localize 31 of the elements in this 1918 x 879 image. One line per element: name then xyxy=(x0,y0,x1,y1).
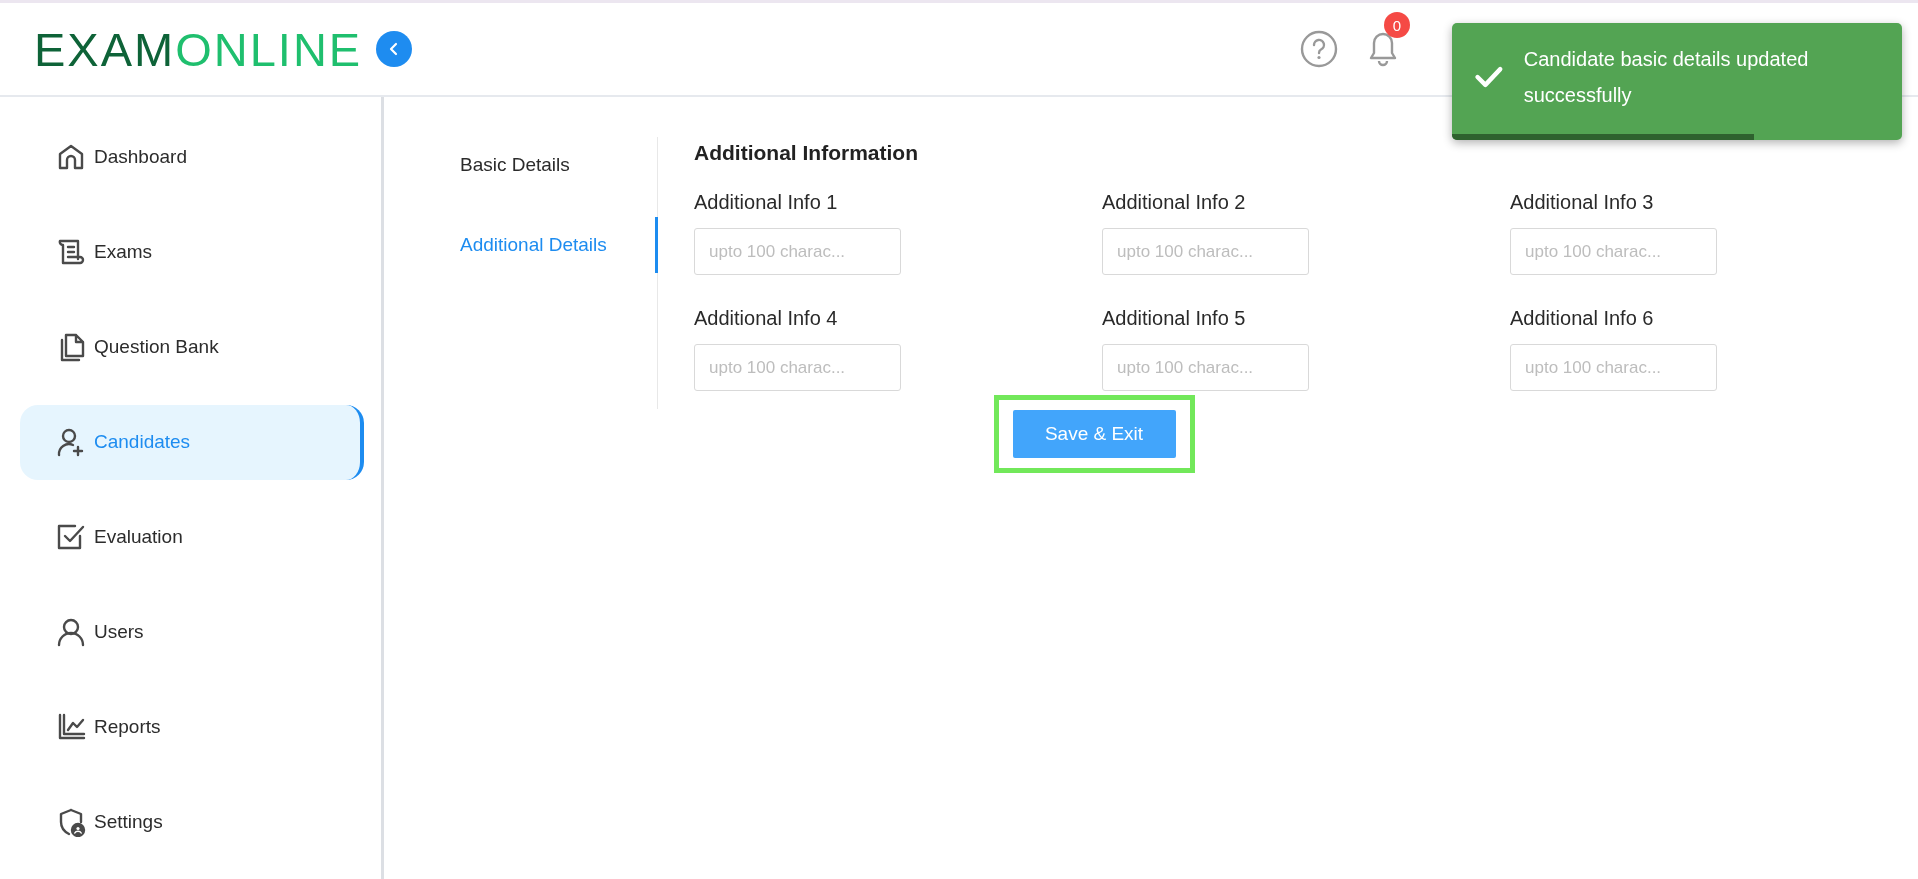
input-field[interactable]: upto 100 charac... xyxy=(1102,228,1309,275)
sidebar-item[interactable]: Question Bank xyxy=(20,309,364,385)
field-label: Additional Info 3 xyxy=(1510,191,1655,214)
field-label: Additional Info 5 xyxy=(1102,307,1247,330)
sidebar-item[interactable]: Exams xyxy=(20,214,364,290)
toast-message: Candidate basic details updated successfully xyxy=(1523,46,1810,108)
input-field[interactable]: upto 100 charac... xyxy=(694,228,901,275)
tab[interactable]: Additional Details xyxy=(460,217,658,273)
chart-icon xyxy=(56,711,86,742)
input-field[interactable]: upto 100 charac... xyxy=(1510,344,1717,391)
input-field[interactable]: upto 100 charac... xyxy=(694,344,901,391)
input-field[interactable]: upto 100 charac... xyxy=(1510,228,1717,275)
field-label: Additional Info 1 xyxy=(694,191,839,214)
tab[interactable]: Basic Details xyxy=(460,137,658,193)
sidebar-item[interactable]: Settings xyxy=(20,784,364,859)
user-icon xyxy=(56,616,86,647)
input-field[interactable]: upto 100 charac... xyxy=(1102,344,1309,391)
field-label: Additional Info 4 xyxy=(694,307,839,330)
field-label: Additional Info 6 xyxy=(1510,307,1655,330)
sidebar-item[interactable]: Reports xyxy=(20,689,364,765)
sidebar-item[interactable]: Users xyxy=(20,594,364,670)
collapse-button[interactable] xyxy=(376,31,413,67)
sidebar-item[interactable]: Dashboard xyxy=(20,120,364,195)
notification-count: 0 xyxy=(1384,12,1410,38)
notification-bell-icon[interactable] xyxy=(1368,30,1398,68)
section-title: Additional Information xyxy=(694,141,919,165)
help-icon[interactable] xyxy=(1300,30,1338,68)
sidebar-item[interactable]: Evaluation xyxy=(20,499,364,575)
field-label: Additional Info 2 xyxy=(1102,191,1247,214)
add-user-icon xyxy=(56,427,86,458)
logo: EXAMONLINE xyxy=(34,21,363,77)
